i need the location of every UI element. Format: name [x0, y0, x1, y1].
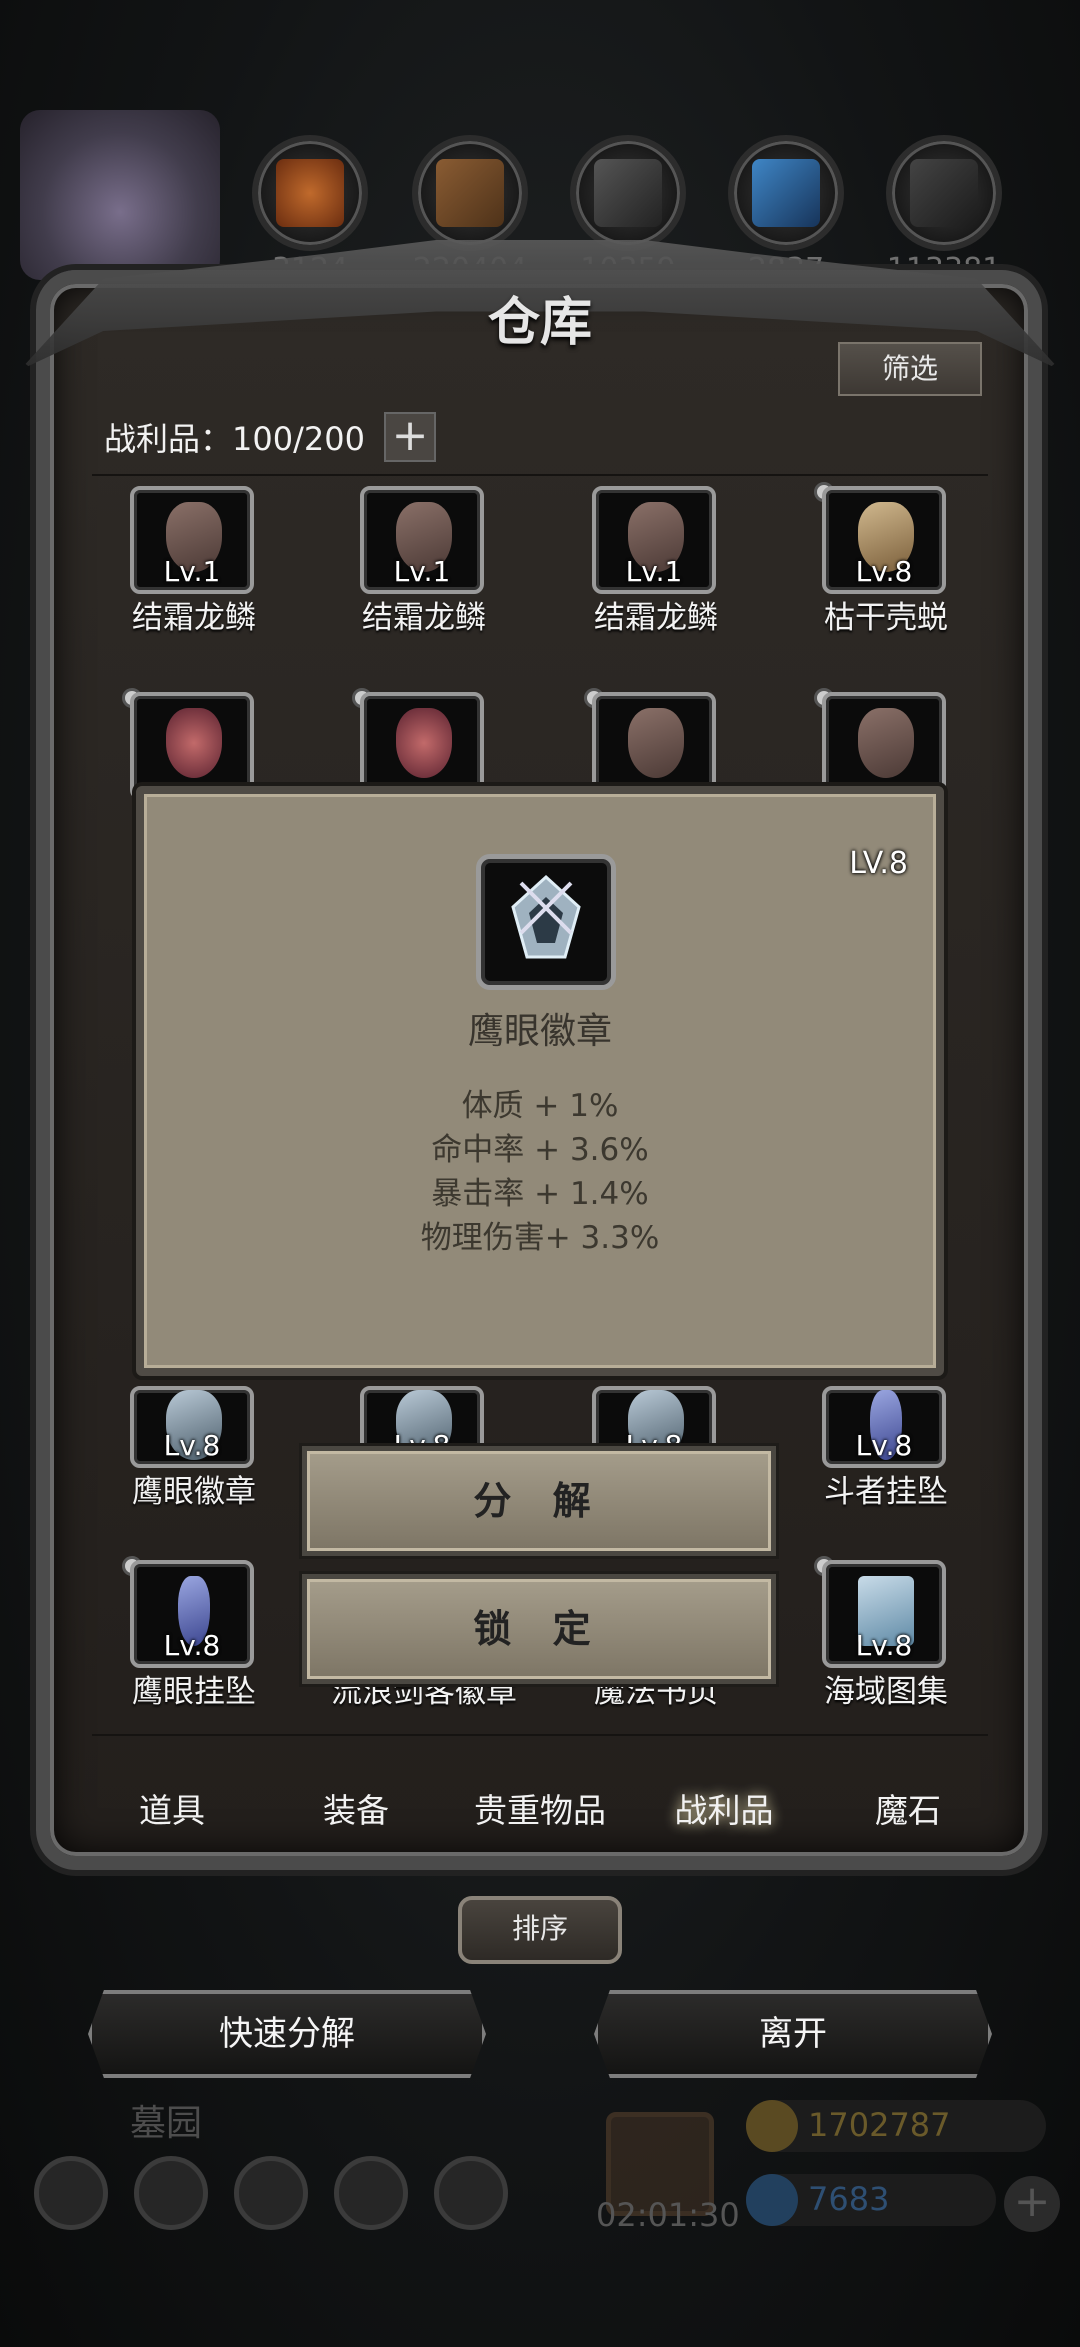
item-level: Lv.1: [163, 555, 221, 588]
category-tabs: 道具 装备 贵重物品 战利品 魔石: [80, 1776, 1000, 1846]
gem-icon: [746, 2174, 798, 2226]
shell-spiral-icon: [166, 708, 222, 778]
gold-counter: 1702787: [746, 2100, 1046, 2152]
gift-timer: 02:01:30: [596, 2196, 740, 2234]
menu-round-icon: [134, 2156, 208, 2230]
gem-counter: 7683: [746, 2174, 996, 2226]
iron-bars-icon: [570, 135, 686, 251]
item-slot: Lv.8: [130, 1386, 254, 1468]
item-name: 海域图集: [824, 1674, 948, 1710]
inventory-item[interactable]: Lv.1 结霜龙鳞: [84, 486, 304, 636]
item-slot: Lv.8: [822, 1560, 946, 1668]
item-slot: [822, 692, 946, 800]
resource-orb-icon: [252, 135, 368, 251]
item-level: Lv.8: [163, 1429, 221, 1462]
tab-loot[interactable]: 战利品: [632, 1776, 816, 1846]
item-slot: Lv.8: [822, 486, 946, 594]
inventory-item[interactable]: Lv.1 结霜龙鳞: [314, 486, 534, 636]
divider: [92, 474, 988, 476]
item-name: 斗者挂坠: [824, 1474, 948, 1510]
item-level: Lv.8: [855, 1629, 913, 1662]
tab-magic-stones[interactable]: 魔石: [816, 1776, 1000, 1846]
leave-button[interactable]: 离开: [594, 1990, 992, 2078]
inventory-item[interactable]: Lv.8 斗者挂坠: [776, 1360, 996, 1510]
item-slot: Lv.1: [360, 486, 484, 594]
dragon-scale-icon: [628, 708, 684, 778]
item-slot: Lv.8: [130, 1560, 254, 1668]
tooltip-stats: 体质 + 1% 命中率 + 3.6% 暴击率 + 1.4% 物理伤害+ 3.3%: [144, 1084, 936, 1260]
decompose-button[interactable]: 分 解: [302, 1446, 776, 1556]
stat-line: 命中率 + 3.6%: [431, 1132, 649, 1168]
item-level: Lv.8: [163, 1629, 221, 1662]
stat-line: 暴击率 + 1.4%: [431, 1176, 649, 1212]
shell-spiral-icon: [396, 708, 452, 778]
item-name: 结霜龙鳞: [594, 600, 718, 636]
gold-value: 1702787: [808, 2106, 951, 2144]
stat-line: 物理伤害+ 3.3%: [420, 1220, 660, 1256]
item-slot: Lv.1: [592, 486, 716, 594]
divider: [92, 1734, 988, 1736]
item-slot: Lv.8: [822, 1386, 946, 1468]
quick-decompose-button[interactable]: 快速分解: [88, 1990, 486, 2078]
location-label: 墓园: [130, 2103, 203, 2144]
add-currency-icon: +: [1004, 2176, 1060, 2232]
tab-items[interactable]: 道具: [80, 1776, 264, 1846]
capacity-count: 100/200: [232, 420, 365, 458]
filter-button[interactable]: 筛选: [838, 342, 982, 396]
tooltip-item-name: 鹰眼徽章: [467, 1011, 612, 1052]
item-level: Lv.8: [855, 1429, 913, 1462]
menu-round-icon: [34, 2156, 108, 2230]
category-label: 战利品：: [104, 420, 233, 458]
item-slot: Lv.1: [130, 486, 254, 594]
gold-coin-icon: [746, 2100, 798, 2152]
badge-icon: [511, 874, 581, 959]
tab-equipment[interactable]: 装备: [264, 1776, 448, 1846]
item-tooltip: LV.8 鹰眼徽章 体质 + 1% 命中率 + 3.6% 暴击率 + 1.4% …: [136, 786, 944, 1376]
item-name: 结霜龙鳞: [132, 600, 256, 636]
inventory-item[interactable]: Lv.8 枯干壳蜕: [776, 482, 996, 636]
inventory-item[interactable]: Lv.1 结霜龙鳞: [546, 486, 766, 636]
item-name: 鹰眼徽章: [132, 1474, 256, 1510]
item-name: 枯干壳蜕: [824, 600, 948, 636]
lock-button[interactable]: 锁 定: [302, 1574, 776, 1684]
menu-round-icon: [234, 2156, 308, 2230]
steel-bars-icon: [886, 135, 1002, 251]
inventory-item[interactable]: Lv.8 鹰眼徽章: [84, 1360, 304, 1510]
tooltip-item-slot: [476, 854, 616, 990]
item-name: 鹰眼挂坠: [132, 1674, 256, 1710]
gem-value: 7683: [808, 2180, 890, 2218]
inventory-item[interactable]: Lv.8 海域图集: [776, 1556, 996, 1710]
item-level: Lv.1: [625, 555, 683, 588]
expand-capacity-button[interactable]: +: [384, 412, 436, 462]
tab-valuables[interactable]: 贵重物品: [448, 1776, 632, 1846]
item-level: Lv.8: [855, 555, 913, 588]
crystal-icon: [728, 135, 844, 251]
item-slot: [130, 692, 254, 800]
menu-round-icon: [334, 2156, 408, 2230]
item-slot: [360, 692, 484, 800]
menu-round-icon: [434, 2156, 508, 2230]
item-name: 结霜龙鳞: [362, 600, 486, 636]
item-level: Lv.1: [393, 555, 451, 588]
item-slot: [592, 692, 716, 800]
sort-button[interactable]: 排序: [458, 1896, 622, 1964]
player-avatar[interactable]: [20, 110, 220, 280]
stat-line: 体质 + 1%: [461, 1088, 619, 1124]
inventory-capacity: 战利品：100/200: [104, 414, 365, 460]
wood-planks-icon: [412, 135, 528, 251]
dragon-scale-icon: [858, 708, 914, 778]
tooltip-level: LV.8: [849, 846, 908, 881]
inventory-item[interactable]: Lv.8 鹰眼挂坠: [84, 1556, 304, 1710]
